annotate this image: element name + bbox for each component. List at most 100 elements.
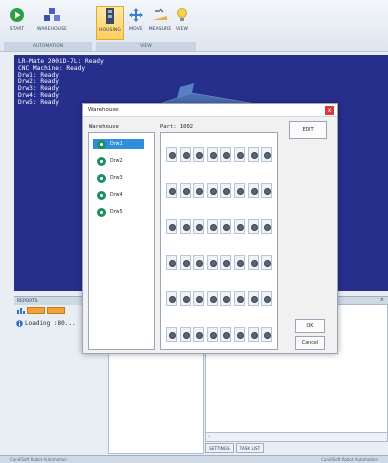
storage-slot[interactable]: [247, 291, 259, 306]
view-button[interactable]: VIEW: [174, 6, 190, 40]
edit-button[interactable]: EDIT: [289, 121, 327, 139]
slot-grid: [160, 132, 278, 350]
warehouse-icon: [43, 6, 61, 24]
storage-slot[interactable]: [247, 255, 259, 270]
storage-slot[interactable]: [234, 291, 245, 306]
lightbulb-icon: [173, 6, 191, 24]
reports-close-icon[interactable]: ×: [380, 297, 384, 303]
storage-slot[interactable]: [193, 183, 205, 198]
storage-slot[interactable]: [247, 183, 259, 198]
filter-button[interactable]: [27, 306, 45, 314]
horizontal-scrollbar[interactable]: ‹: [205, 432, 388, 442]
dialog-title: Warehouse: [83, 104, 337, 117]
cancel-button[interactable]: Cancel: [295, 336, 325, 350]
status-log: LR-Mate 200iD-7L: Ready CNC Machine: Read…: [18, 58, 104, 107]
storage-slot[interactable]: [193, 291, 205, 306]
storage-slot[interactable]: [179, 147, 191, 162]
start-button[interactable]: START: [6, 6, 28, 40]
statusbar-right: CandiSoft Robot Automation: [321, 457, 378, 462]
drawer-item-3[interactable]: Drw3: [97, 173, 123, 183]
drawer-icon: [97, 139, 106, 149]
storage-slot[interactable]: [206, 183, 218, 198]
ok-button[interactable]: OK: [295, 319, 325, 333]
storage-slot[interactable]: [179, 255, 191, 270]
storage-slot[interactable]: [234, 147, 245, 162]
storage-slot[interactable]: [234, 183, 245, 198]
drawer-label: Drw3: [110, 175, 123, 181]
warehouse-button[interactable]: WAREHOUSE: [34, 6, 70, 40]
move-button[interactable]: MOVE: [126, 6, 146, 40]
storage-slot[interactable]: [220, 291, 232, 306]
storage-slot[interactable]: [166, 327, 177, 342]
close-icon[interactable]: x: [325, 106, 334, 115]
export-button[interactable]: [47, 306, 65, 314]
measure-button[interactable]: MEASURE: [147, 6, 173, 40]
storage-slot[interactable]: [261, 255, 273, 270]
storage-slot[interactable]: [234, 327, 245, 342]
storage-slot[interactable]: [261, 219, 273, 234]
statusbar-left: CandiSoft Robot Automation: [10, 457, 67, 462]
storage-slot[interactable]: [166, 291, 177, 306]
storage-slot[interactable]: [247, 147, 259, 162]
drawer-icon: [97, 190, 106, 200]
bottom-tabs: SETTINGS TASK LIST: [205, 443, 265, 453]
warehouse-list-header: Warehouse: [89, 124, 119, 130]
storage-slot[interactable]: [234, 219, 245, 234]
measure-label: MEASURE: [148, 27, 172, 32]
storage-slot[interactable]: [206, 327, 218, 342]
storage-slot[interactable]: [206, 219, 218, 234]
scroll-left-icon[interactable]: ‹: [208, 434, 210, 440]
storage-slot[interactable]: [261, 147, 273, 162]
storage-slot[interactable]: [166, 255, 177, 270]
storage-slot[interactable]: [166, 219, 177, 234]
storage-slot[interactable]: [220, 255, 232, 270]
play-icon: [8, 6, 26, 24]
drawer-item-1[interactable]: Drw1: [93, 139, 144, 149]
tab-task-list[interactable]: TASK LIST: [235, 443, 265, 453]
storage-slot[interactable]: [166, 183, 177, 198]
storage-slot[interactable]: [193, 147, 205, 162]
housing-label: HOUSING: [99, 28, 121, 33]
storage-slot[interactable]: [193, 327, 205, 342]
part-label: Part: 1002: [160, 124, 194, 130]
storage-slot[interactable]: [179, 219, 191, 234]
storage-slot[interactable]: [234, 255, 245, 270]
storage-slot[interactable]: [179, 327, 191, 342]
start-label: START: [9, 27, 25, 32]
move-icon: [127, 6, 145, 24]
storage-slot[interactable]: [193, 255, 205, 270]
housing-button[interactable]: HOUSING: [96, 6, 124, 40]
group-automation: AUTOMATION: [4, 42, 92, 51]
storage-slot[interactable]: [261, 291, 273, 306]
storage-slot[interactable]: [247, 219, 259, 234]
storage-slot[interactable]: [247, 327, 259, 342]
drawer-item-2[interactable]: Drw2: [97, 156, 123, 166]
storage-slot[interactable]: [179, 291, 191, 306]
drawer-item-5[interactable]: Drw5: [97, 207, 123, 217]
storage-slot[interactable]: [220, 219, 232, 234]
storage-slot[interactable]: [193, 219, 205, 234]
storage-slot[interactable]: [166, 147, 177, 162]
drawer-label: Drw1: [110, 141, 123, 147]
drawer-item-4[interactable]: Drw4: [97, 190, 123, 200]
report-entry-text: Loading :80...: [25, 319, 76, 327]
drawer-label: Drw4: [110, 192, 123, 198]
storage-slot[interactable]: [206, 255, 218, 270]
storage-slot[interactable]: [261, 327, 273, 342]
move-label: MOVE: [129, 27, 143, 32]
storage-slot[interactable]: [220, 327, 232, 342]
warehouse-dialog: Warehouse x Warehouse Part: 1002 Drw1 Dr…: [82, 103, 338, 354]
storage-slot[interactable]: [206, 147, 218, 162]
chart-icon[interactable]: [16, 306, 25, 314]
storage-slot[interactable]: [220, 147, 232, 162]
info-icon: [16, 319, 23, 327]
measure-icon: [151, 6, 169, 24]
storage-slot[interactable]: [206, 291, 218, 306]
drawer-icon: [97, 207, 106, 217]
storage-slot[interactable]: [261, 183, 273, 198]
storage-slot[interactable]: [179, 183, 191, 198]
drawer-label: Drw2: [110, 158, 123, 164]
tab-settings[interactable]: SETTINGS: [205, 443, 234, 453]
storage-slot[interactable]: [220, 183, 232, 198]
status-bar: CandiSoft Robot Automation CandiSoft Rob…: [0, 455, 388, 463]
